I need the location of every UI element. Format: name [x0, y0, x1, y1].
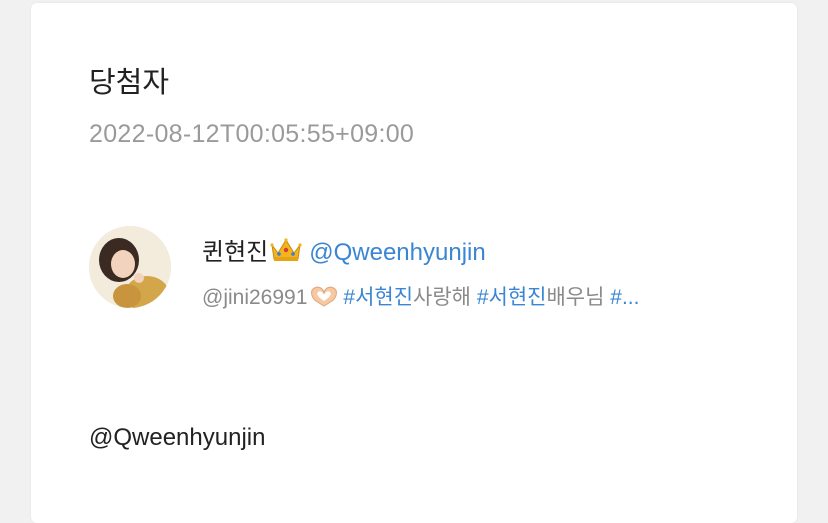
- winner-card: 당첨자 2022-08-12T00:05:55+09:00 퀸현진 @Qween…: [31, 3, 797, 523]
- bio-text: 사랑해: [413, 286, 477, 309]
- profile-bio: @jini26991 #서현진사랑해 #서현진배우님 #...: [202, 281, 639, 311]
- profile-handle-link[interactable]: @Qweenhyunjin: [309, 239, 485, 266]
- heart-hands-icon: [311, 286, 338, 307]
- profile-name-line: 퀸현진 @Qweenhyunjin: [202, 232, 486, 267]
- crown-icon: [270, 238, 302, 261]
- hashtag-link[interactable]: #서현진: [477, 286, 547, 309]
- hashtag-link[interactable]: #서현진: [343, 286, 413, 309]
- card-title: 당첨자: [89, 65, 170, 99]
- timestamp: 2022-08-12T00:05:55+09:00: [89, 120, 415, 148]
- display-name[interactable]: 퀸현진: [202, 239, 268, 266]
- hashtag-link[interactable]: #...: [610, 286, 639, 309]
- mention-text[interactable]: @Qweenhyunjin: [89, 424, 265, 452]
- avatar[interactable]: [89, 226, 171, 308]
- avatar-photo: [89, 226, 171, 308]
- bio-text: 배우님: [546, 286, 611, 309]
- bio-mention[interactable]: @jini26991: [202, 286, 307, 309]
